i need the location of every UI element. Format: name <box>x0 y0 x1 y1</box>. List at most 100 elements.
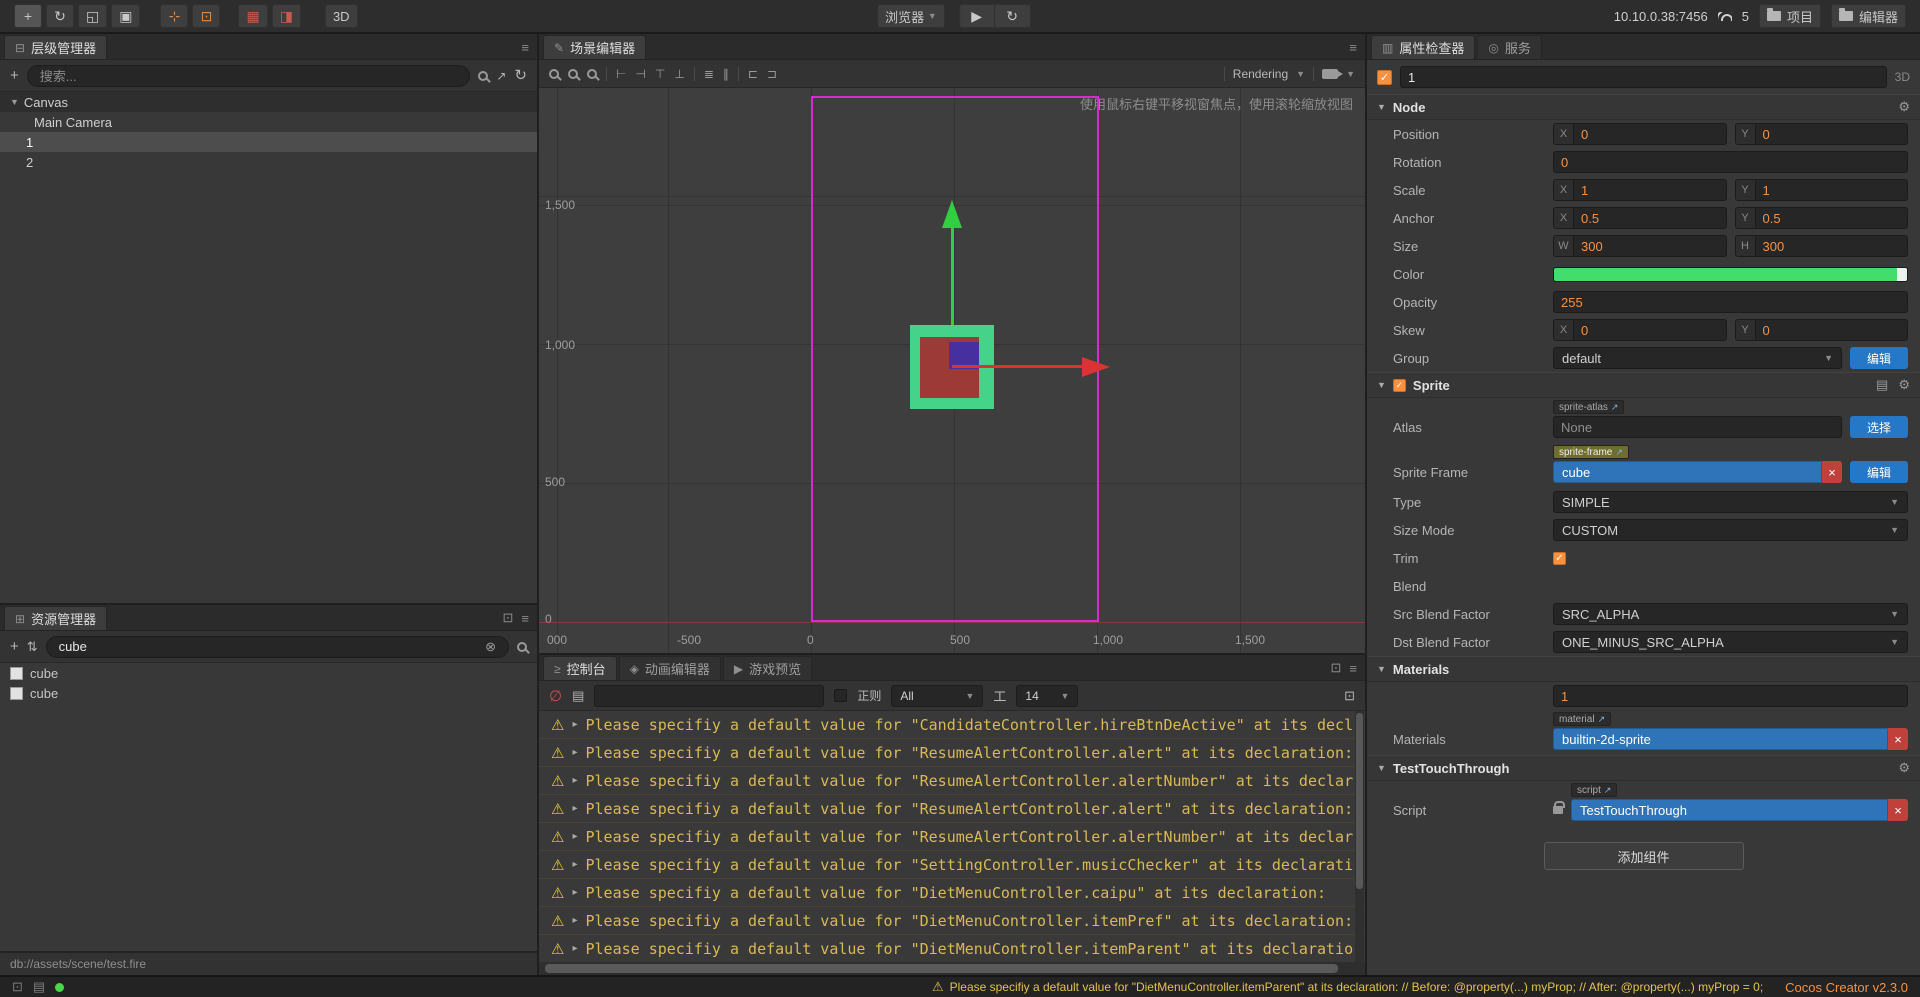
atlas-asset-field[interactable]: None <box>1553 416 1842 438</box>
log-warning-row[interactable]: ⚠ ▸ Please specifiy a default value for … <box>539 767 1365 795</box>
popout-icon[interactable]: ⊡ <box>1331 660 1342 676</box>
node-name-input[interactable]: 1 <box>1400 66 1887 88</box>
skew-y-input[interactable]: Y 0 <box>1734 319 1908 341</box>
tab-game-preview[interactable]: ▶ 游戏预览 <box>722 656 813 680</box>
collapse-caret-icon[interactable]: ▼ <box>1377 763 1386 773</box>
align-top-icon[interactable]: ⊤ <box>655 67 665 81</box>
section-header-testtouchthrough[interactable]: ▼ TestTouchThrough ⚙ <box>1367 755 1920 781</box>
panel-menu-icon[interactable]: ≡ <box>521 40 529 55</box>
gizmo-x-axis[interactable] <box>952 365 1082 368</box>
gizmo-anchor-button[interactable]: ⊡ <box>192 4 221 28</box>
console-horizontal-scrollbar[interactable] <box>539 962 1365 975</box>
scrollbar-thumb[interactable] <box>1356 713 1363 889</box>
src-blend-dropdown[interactable]: SRC_ALPHA ▼ <box>1553 603 1908 625</box>
log-warning-row[interactable]: ⚠ ▸ Please specifiy a default value for … <box>539 711 1365 739</box>
remove-script-button[interactable]: × <box>1888 799 1908 821</box>
external-link-icon[interactable]: ↗ <box>1598 714 1606 725</box>
collapse-caret-icon[interactable]: ▼ <box>1377 380 1386 390</box>
snap-right-icon[interactable]: ⊐ <box>767 67 777 81</box>
clear-search-icon[interactable]: ⊗ <box>485 639 496 655</box>
expander-icon[interactable]: ▸ <box>572 915 577 926</box>
trim-checkbox[interactable]: ✓ <box>1553 551 1566 565</box>
play-button[interactable]: ▶ <box>958 4 995 28</box>
tab-console[interactable]: ≥ 控制台 <box>543 656 617 680</box>
tab-properties-inspector[interactable]: ▥ 属性检查器 <box>1371 35 1476 59</box>
sprite-enabled-checkbox[interactable]: ✓ <box>1392 378 1406 392</box>
search-icon[interactable] <box>478 70 489 81</box>
expand-all-icon[interactable]: ↗ <box>496 70 506 82</box>
anchor-x-input[interactable]: X 0.5 <box>1553 207 1727 229</box>
asset-item-cube[interactable]: cube <box>0 663 537 683</box>
add-component-button[interactable]: 添加组件 <box>1543 842 1744 870</box>
gear-icon[interactable]: ⚙ <box>1898 760 1910 776</box>
tree-node-canvas[interactable]: ▼ Canvas <box>0 92 537 112</box>
scene-viewport[interactable]: 使用鼠标右键平移视窗焦点，使用滚轮缩放视图 1,500 1,000 500 0 … <box>539 88 1365 653</box>
3d-mode-button[interactable]: 3D <box>324 4 358 28</box>
scale-x-input[interactable]: X 1 <box>1553 179 1727 201</box>
font-size-dropdown[interactable]: 14 ▼ <box>1016 684 1079 707</box>
dock-icon[interactable]: ⊡ <box>12 979 23 995</box>
gizmo-pivot-button[interactable]: ⊹ <box>160 4 189 28</box>
gizmo-y-arrowhead[interactable] <box>942 200 962 228</box>
create-node-button[interactable]: + <box>10 68 19 83</box>
dst-blend-dropdown[interactable]: ONE_MINUS_SRC_ALPHA ▼ <box>1553 631 1908 653</box>
scrollbar-thumb[interactable] <box>545 964 1338 973</box>
select-atlas-button[interactable]: 选择 <box>1850 416 1908 438</box>
search-icon[interactable] <box>517 641 527 652</box>
scale-y-input[interactable]: Y 1 <box>1734 179 1908 201</box>
section-header-node[interactable]: ▼ Node ⚙ <box>1367 94 1920 120</box>
assets-search-input[interactable]: cube ⊗ <box>45 635 509 658</box>
zoom-in-icon[interactable] <box>549 68 559 79</box>
browser-select-button[interactable]: 浏览器 ▼ <box>877 4 945 28</box>
panel-menu-icon[interactable]: ≡ <box>1349 661 1357 676</box>
expander-icon[interactable]: ▸ <box>572 859 577 870</box>
panel-menu-icon[interactable]: ≡ <box>521 611 529 626</box>
log-list-icon[interactable]: ▤ <box>33 979 45 995</box>
color-swatch[interactable] <box>1553 266 1908 282</box>
opacity-input[interactable]: 255 <box>1553 291 1908 313</box>
collapse-caret-icon[interactable]: ▼ <box>10 97 19 107</box>
log-warning-row[interactable]: ⚠ ▸ Please specifiy a default value for … <box>539 907 1365 935</box>
position-y-input[interactable]: Y 0 <box>1734 123 1908 145</box>
gear-icon[interactable]: ⚙ <box>1898 377 1910 393</box>
external-link-icon[interactable]: ↗ <box>1604 785 1612 796</box>
status-warning[interactable]: ⚠ Please specifiy a default value for "D… <box>932 979 1763 995</box>
align-left-icon[interactable]: ⊢ <box>616 67 626 81</box>
edit-group-button[interactable]: 编辑 <box>1850 347 1908 369</box>
chevron-down-icon[interactable]: ▼ <box>1346 69 1355 79</box>
section-header-sprite[interactable]: ▼ ✓ Sprite ▤ ⚙ <box>1367 372 1920 398</box>
node-active-checkbox[interactable]: ✓ <box>1377 69 1392 85</box>
console-filter-input[interactable] <box>594 684 825 707</box>
tree-node-1-selected[interactable]: 1 <box>0 132 537 152</box>
regex-checkbox[interactable] <box>834 689 848 702</box>
console-vertical-scrollbar[interactable] <box>1355 711 1364 962</box>
expander-icon[interactable]: ▸ <box>572 831 577 842</box>
zoom-out-icon[interactable] <box>568 68 578 79</box>
camera-icon[interactable] <box>1322 68 1344 79</box>
open-editor-button[interactable]: 编辑器 <box>1830 4 1906 28</box>
expander-icon[interactable]: ▸ <box>572 719 577 730</box>
external-link-icon[interactable]: ↗ <box>1615 447 1623 458</box>
popout-icon[interactable]: ⊡ <box>503 610 514 626</box>
expander-icon[interactable]: ▸ <box>572 775 577 786</box>
align-right-icon[interactable]: ⊣ <box>635 67 645 81</box>
refresh-hierarchy-icon[interactable]: ↻ <box>514 68 527 83</box>
remove-sprite-frame-button[interactable]: × <box>1822 461 1842 483</box>
external-link-icon[interactable]: ↗ <box>1611 402 1619 413</box>
gizmo-local-button[interactable]: ▦ <box>238 4 268 28</box>
section-header-materials[interactable]: ▼ Materials <box>1367 656 1920 682</box>
gizmo-global-button[interactable]: ◨ <box>271 4 301 28</box>
rotate-tool-button[interactable]: ↻ <box>46 4 74 28</box>
log-level-dropdown[interactable]: All ▼ <box>891 684 984 707</box>
rect-tool-button[interactable]: ▣ <box>111 4 141 28</box>
log-warning-row[interactable]: ⚠ ▸ Please specifiy a default value for … <box>539 935 1365 962</box>
collapse-caret-icon[interactable]: ▼ <box>1377 102 1386 112</box>
size-w-input[interactable]: W 300 <box>1553 235 1727 257</box>
skew-x-input[interactable]: X 0 <box>1553 319 1727 341</box>
tab-hierarchy[interactable]: ⊟ 层级管理器 <box>4 35 108 59</box>
materials-count-input[interactable]: 1 <box>1553 685 1908 707</box>
tree-node-2[interactable]: 2 <box>0 152 537 172</box>
refresh-preview-button[interactable]: ↻ <box>994 4 1031 28</box>
zoom-reset-icon[interactable] <box>587 68 597 79</box>
expander-icon[interactable]: ▸ <box>572 747 577 758</box>
